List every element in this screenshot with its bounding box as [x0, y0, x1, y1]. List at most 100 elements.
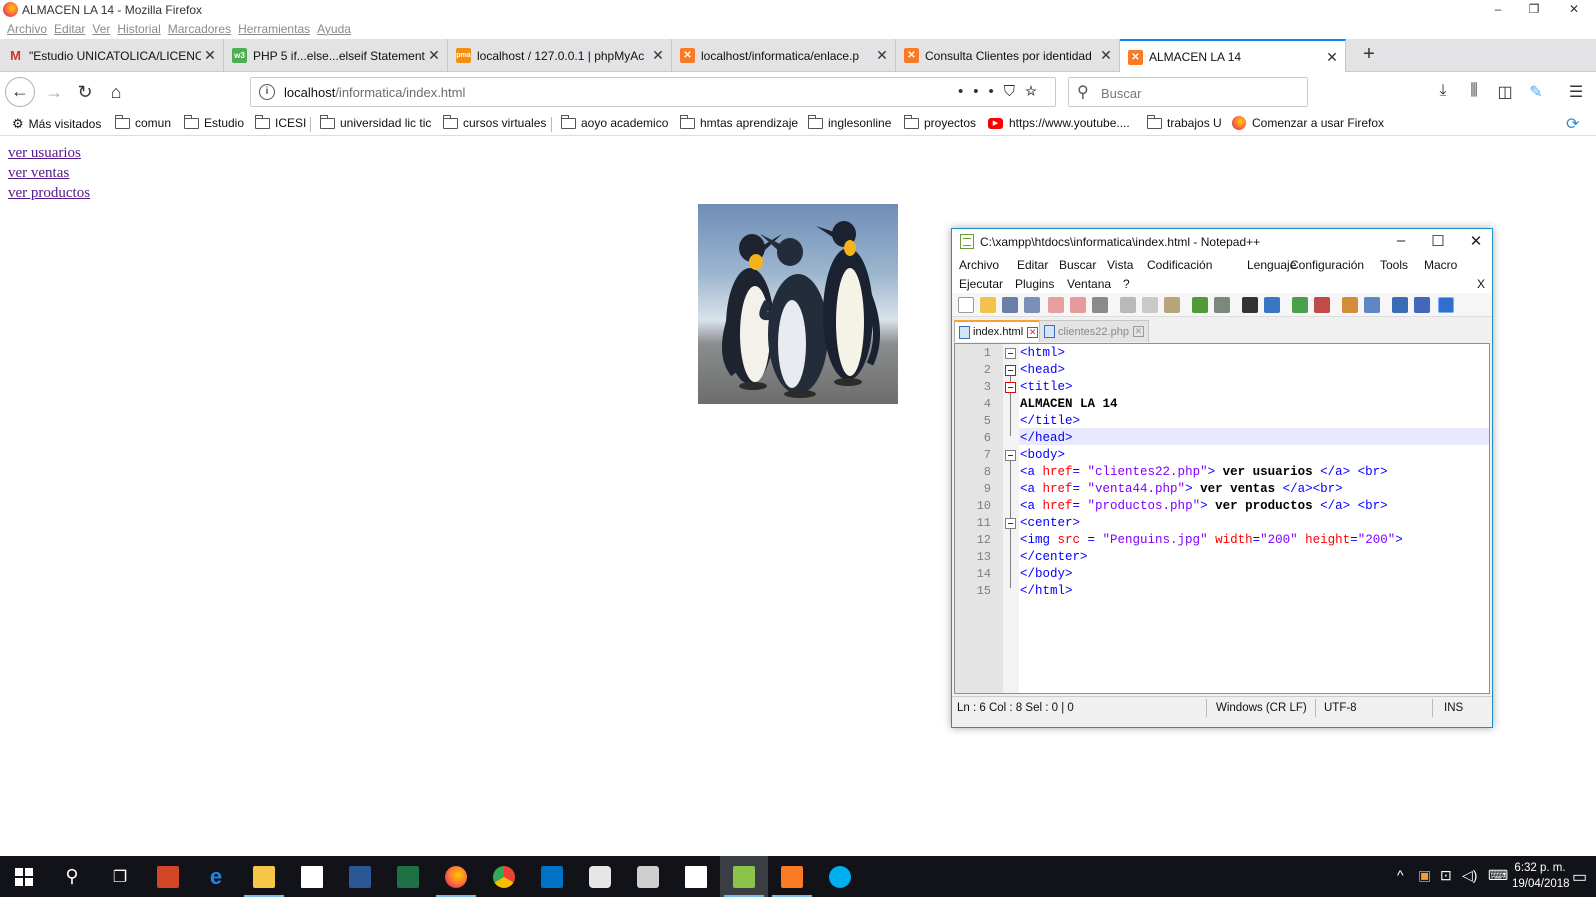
sync-vertical-icon[interactable]	[1342, 297, 1358, 313]
npp-menu-configuracion[interactable]: Configuración	[1290, 258, 1364, 272]
fold-minus-icon[interactable]	[1005, 450, 1016, 461]
url-text[interactable]: localhost/informatica/index.html	[284, 85, 465, 100]
encoding[interactable]: UTF-8	[1324, 702, 1357, 714]
npp-minimize-button[interactable]: –	[1386, 232, 1416, 249]
menu-editar[interactable]: Editar	[54, 20, 85, 39]
npp-menu-editar[interactable]: Editar	[1017, 258, 1048, 272]
tab-w3schools[interactable]: w3 PHP 5 if...else...elseif Statement ✕	[224, 39, 448, 72]
show-all-chars-icon[interactable]	[1414, 297, 1430, 313]
npp-menu-tools[interactable]: Tools	[1380, 258, 1408, 272]
reload-button[interactable]: ↻	[71, 79, 99, 107]
library-icon[interactable]: ⫼	[1463, 82, 1485, 100]
close-tab-icon[interactable]: ✕	[425, 47, 443, 64]
redo-icon[interactable]	[1214, 297, 1230, 313]
npp-close-doc-button[interactable]: X	[1477, 277, 1485, 291]
excel-icon[interactable]	[384, 856, 432, 897]
keyboard-icon[interactable]: ⌨	[1488, 867, 1508, 884]
restore-button[interactable]: ❐	[1516, 0, 1552, 20]
bookmark-estudio[interactable]: Estudio	[184, 114, 244, 130]
tab-phpmyadmin[interactable]: pma localhost / 127.0.0.1 | phpMyAc ✕	[448, 39, 672, 72]
powerpoint-icon[interactable]	[144, 856, 192, 897]
fold-minus-icon[interactable]	[1005, 518, 1016, 529]
back-button[interactable]: ←	[5, 77, 35, 107]
sync-horizontal-icon[interactable]	[1364, 297, 1380, 313]
word-icon[interactable]	[336, 856, 384, 897]
outlook-icon[interactable]	[528, 856, 576, 897]
bookmark-mas-visitados[interactable]: ⚙ Más visitados	[12, 116, 101, 132]
close-window-button[interactable]: ✕	[1556, 0, 1592, 20]
notifications-icon[interactable]: ▭	[1572, 867, 1587, 887]
npp-menu-ventana[interactable]: Ventana	[1067, 277, 1111, 291]
app2-icon[interactable]	[624, 856, 672, 897]
notepadpp-icon[interactable]	[720, 856, 768, 897]
bookmark-universidad[interactable]: universidad lic tic	[320, 114, 431, 130]
undo-icon[interactable]	[1192, 297, 1208, 313]
replace-icon[interactable]	[1264, 297, 1280, 313]
sync-icon[interactable]: ⟳	[1566, 114, 1579, 134]
bookmark-icesi[interactable]: ICESI	[255, 114, 306, 130]
chrome-icon[interactable]	[480, 856, 528, 897]
bookmark-hmtas[interactable]: hmtas aprendizaje	[680, 114, 798, 130]
fold-minus-icon[interactable]	[1005, 348, 1016, 359]
calculator-icon[interactable]	[672, 856, 720, 897]
copy-icon[interactable]	[1142, 297, 1158, 313]
menu-marcadores[interactable]: Marcadores	[168, 20, 231, 39]
store-icon[interactable]	[288, 856, 336, 897]
fold-minus-icon[interactable]	[1005, 382, 1016, 393]
npp-menu-macro[interactable]: Macro	[1424, 258, 1457, 272]
url-bar[interactable]: i localhost/informatica/index.html •••⛉☆	[250, 77, 1056, 107]
tab-enlace[interactable]: ✕ localhost/informatica/enlace.p ✕	[672, 39, 896, 72]
eol-format[interactable]: Windows (CR LF)	[1216, 702, 1307, 714]
close-tab-icon[interactable]: ✕	[1132, 326, 1144, 337]
close-tab-icon[interactable]: ✕	[201, 47, 219, 64]
page-actions-icon[interactable]: •••	[958, 83, 1004, 100]
bookmark-comun[interactable]: comun	[115, 114, 171, 130]
bookmark-trabajos-u[interactable]: trabajos U	[1147, 114, 1222, 130]
edge-icon[interactable]: e	[192, 856, 240, 897]
save-icon[interactable]	[1002, 297, 1018, 313]
npp-menu-plugins[interactable]: Plugins	[1015, 277, 1054, 291]
bookmark-aoyo-academico[interactable]: aoyo academico	[561, 114, 668, 130]
tab-almacen-active[interactable]: ✕ ALMACEN LA 14 ✕	[1120, 39, 1346, 73]
indent-guide-icon[interactable]	[1438, 297, 1454, 313]
menu-ver[interactable]: Ver	[92, 20, 110, 39]
npp-tab-index-html[interactable]: index.html ✕	[954, 320, 1044, 342]
paste-icon[interactable]	[1164, 297, 1180, 313]
file-explorer-icon[interactable]	[240, 856, 288, 897]
taskbar-clock[interactable]: 6:32 p. m. 19/04/2018	[1512, 860, 1570, 892]
app-icon[interactable]	[576, 856, 624, 897]
new-file-icon[interactable]	[958, 297, 974, 313]
word-wrap-icon[interactable]	[1392, 297, 1408, 313]
notepadpp-window[interactable]: C:\xampp\htdocs\informatica\index.html -…	[951, 228, 1493, 728]
npp-menu-buscar[interactable]: Buscar	[1059, 258, 1096, 272]
bookmark-star-icon[interactable]: ☆	[1025, 83, 1047, 100]
menu-historial[interactable]: Historial	[117, 20, 160, 39]
start-icon[interactable]	[0, 856, 48, 897]
close-tab-icon[interactable]: ✕	[649, 47, 667, 64]
search-icon[interactable]: ⚲	[48, 856, 96, 897]
menu-herramientas[interactable]: Herramientas	[238, 20, 310, 39]
insert-mode[interactable]: INS	[1444, 702, 1463, 714]
npp-close-button[interactable]: ✕	[1461, 232, 1491, 250]
menu-hamburger-icon[interactable]: ☰	[1565, 82, 1587, 102]
volume-icon[interactable]: ◁)	[1462, 867, 1477, 884]
search-bar[interactable]: ⚲ Buscar	[1068, 77, 1308, 107]
print-icon[interactable]	[1092, 297, 1108, 313]
link-ver-usuarios[interactable]: ver usuarios	[8, 145, 81, 162]
find-icon[interactable]	[1242, 297, 1258, 313]
npp-menu-codificacion[interactable]: Codificación	[1147, 258, 1212, 272]
close-file-icon[interactable]	[1048, 297, 1064, 313]
forward-button[interactable]: →	[40, 79, 68, 107]
site-info-icon[interactable]: i	[259, 84, 275, 100]
npp-menu-ejecutar[interactable]: Ejecutar	[959, 277, 1003, 291]
pocket-icon[interactable]: ⛉	[1004, 83, 1025, 100]
bookmark-youtube[interactable]: ▶ https://www.youtube....	[988, 116, 1130, 130]
open-file-icon[interactable]	[980, 297, 996, 313]
downloads-icon[interactable]: ⤓	[1432, 82, 1454, 100]
close-tab-icon[interactable]: ✕	[873, 47, 891, 64]
zoom-out-icon[interactable]	[1314, 297, 1330, 313]
zoom-in-icon[interactable]	[1292, 297, 1308, 313]
npp-menu-help[interactable]: ?	[1123, 277, 1130, 291]
task-view-icon[interactable]: ❐	[96, 856, 144, 897]
save-all-icon[interactable]	[1024, 297, 1040, 313]
